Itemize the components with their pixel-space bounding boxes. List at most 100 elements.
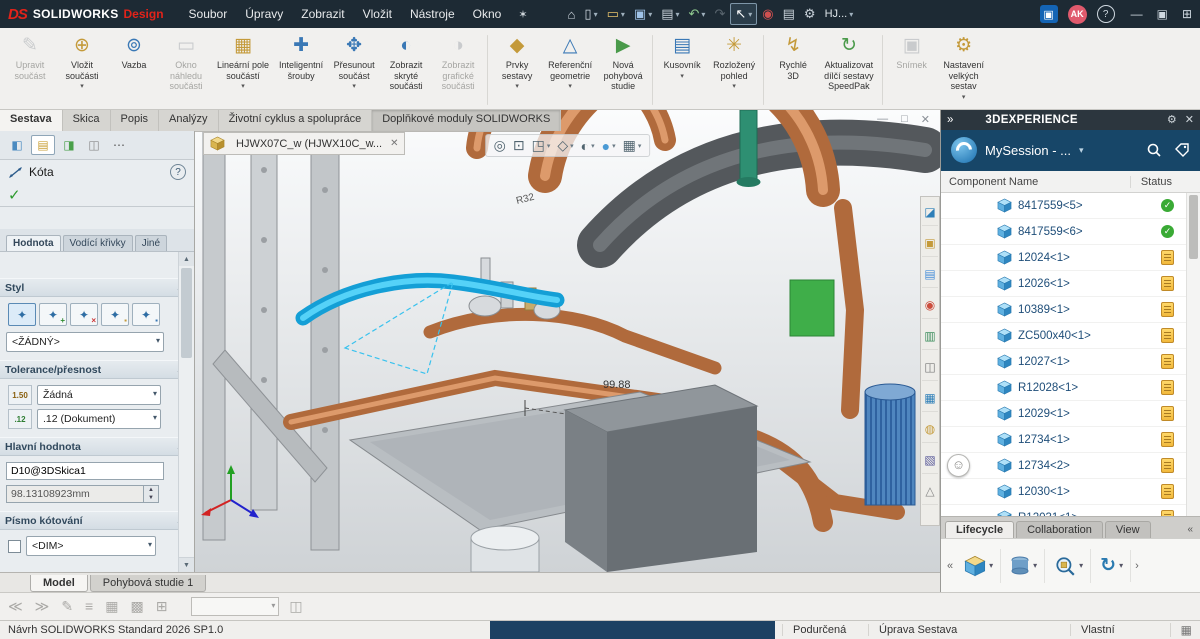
quick-access-button[interactable]: ⌂ (564, 5, 580, 24)
ribbon-button[interactable]: △ Referenční geometrie ▾ (543, 31, 597, 109)
component-row[interactable]: 12026<1> (941, 271, 1200, 297)
menu-item[interactable]: Vložit (354, 3, 401, 25)
quick-access-button[interactable]: ▤ (779, 4, 799, 24)
close-icon[interactable]: ✕ (1185, 113, 1194, 126)
hud-button[interactable]: ▦ ▾ (623, 137, 642, 154)
window-control-icon[interactable]: ▣ (1157, 7, 1168, 21)
ribbon-button[interactable]: ✚ Inteligentní šrouby (274, 31, 328, 109)
ribbon-button[interactable]: ✎ Upravit součást (4, 31, 56, 109)
ribbon-button[interactable]: ⚙ Nastavení velkých sestav ▾ (938, 31, 990, 109)
section-header-dimension-font[interactable]: Písmo kótování ∧ (0, 511, 188, 530)
ribbon-button[interactable]: ↻ Aktualizovat dílčí sestavy SpeedPak (819, 31, 879, 109)
collapse-panel-icon[interactable]: » (947, 114, 953, 126)
components-action-button[interactable]: ▾ (957, 549, 1001, 583)
spin-down-icon[interactable]: ▼ (144, 494, 158, 502)
task-pane-tab-icon[interactable]: ◫ (922, 354, 938, 381)
dimension-value-field[interactable] (6, 485, 144, 503)
dimension-value-spinner[interactable]: ▲▼ (6, 485, 162, 503)
quick-access-button[interactable]: ▯ ▾ (580, 4, 601, 24)
style-dropdown[interactable]: <ŽÁDNÝ> (6, 332, 164, 352)
gear-icon[interactable]: ⚙ (1167, 113, 1177, 126)
doc-window-control[interactable]: ✕ (921, 113, 930, 126)
hud-button[interactable]: ◐ ▾ (581, 138, 595, 154)
tolerance-type-dropdown[interactable]: Žádná (37, 385, 161, 405)
ribbon-button[interactable]: ⊚ Vazba (108, 31, 160, 109)
quick-access-button[interactable]: ↶ ▾ (685, 4, 710, 24)
task-pane-tab-icon[interactable]: ▣ (922, 230, 938, 257)
ribbon-button[interactable]: ▤ Kusovník ▾ (656, 31, 708, 109)
ribbon-button[interactable]: ✳ Rozložený pohled ▾ (708, 31, 760, 109)
command-tab[interactable]: Doplňkové moduly SOLIDWORKS (372, 110, 561, 131)
component-row[interactable]: 8417559<6> ✓ (941, 219, 1200, 245)
quick-access-button[interactable]: ▣ ▾ (630, 4, 656, 24)
component-row[interactable]: 8417559<5> ✓ (941, 193, 1200, 219)
model-tab[interactable]: Model (30, 575, 88, 592)
component-row[interactable]: ☺ 12734<2> (941, 453, 1200, 479)
scrollbar-thumb[interactable] (181, 268, 192, 358)
dimension-style-button[interactable]: ✦ × (70, 303, 98, 326)
component-row[interactable]: 12027<1> (941, 349, 1200, 375)
toolbar-scroll-right-icon[interactable]: › (1133, 560, 1141, 572)
panel-tab[interactable]: Collaboration (1016, 521, 1103, 538)
column-component-name[interactable]: Component Name (949, 176, 1038, 188)
pm-scrollbar[interactable]: ▲ ▼ (178, 252, 194, 572)
ok-check-button[interactable]: ✓ (8, 186, 21, 204)
precision-dropdown[interactable]: .12 (Dokument) (37, 409, 161, 429)
command-tab[interactable]: Životní cyklus a spolupráce (219, 110, 373, 131)
motion-tool-icon[interactable]: ⊞ (156, 598, 168, 615)
motion-tool-icon[interactable]: ▩ (130, 598, 143, 615)
toolbar-scroll-left-icon[interactable]: « (945, 560, 955, 572)
command-tab[interactable]: Sestava (0, 110, 63, 131)
model-tab[interactable]: Pohybová studie 1 (90, 575, 207, 592)
task-pane-tab-icon[interactable]: ◪ (922, 199, 938, 226)
component-row[interactable]: 10389<1> (941, 297, 1200, 323)
scroll-down-icon[interactable]: ▼ (179, 557, 194, 572)
3dexperience-apps-icon[interactable]: ▣ (1040, 5, 1058, 23)
motion-tool-icon[interactable]: ✎ (61, 598, 73, 615)
task-pane-tab-icon[interactable]: ▧ (922, 447, 938, 474)
ribbon-button[interactable]: ⊕ Vložit součásti ▾ (56, 31, 108, 109)
dimension-name-field[interactable] (6, 462, 164, 480)
motion-tool-icon[interactable]: ≫ (35, 598, 50, 615)
task-pane-tab-icon[interactable]: △ (922, 478, 938, 505)
task-pane-tab-icon[interactable]: ◍ (922, 416, 938, 443)
chevron-down-icon[interactable]: ▾ (1079, 145, 1084, 156)
document-font-checkbox[interactable] (8, 540, 21, 553)
motion-filter-icon[interactable]: ◫ (289, 598, 302, 615)
manager-tab-icon[interactable]: ◨ (58, 136, 80, 154)
motion-tool-icon[interactable]: ▦ (105, 598, 118, 615)
dimension-value[interactable]: 99.88 (603, 379, 631, 391)
command-tab[interactable]: Popis (111, 110, 160, 131)
component-row[interactable]: 12030<1> (941, 479, 1200, 505)
3d-model-view[interactable]: 99.88 R32 (195, 110, 940, 572)
favorites-icon[interactable]: ✶ (518, 8, 527, 21)
motion-tool-icon[interactable]: ≡ (85, 598, 93, 615)
ribbon-button[interactable]: ▣ Snímek (886, 31, 938, 109)
task-pane-tab-icon[interactable]: ▤ (922, 261, 938, 288)
pm-tab[interactable]: Jiné (135, 235, 167, 251)
status-grid-icon[interactable]: ▦ (1170, 623, 1192, 637)
hud-button[interactable]: ◎ (494, 137, 506, 154)
search-icon[interactable] (1146, 142, 1162, 158)
component-row[interactable]: R12031<1> (941, 505, 1200, 516)
section-header-primary-value[interactable]: Hlavní hodnota ∧ (0, 437, 188, 456)
window-control-icon[interactable]: — (1131, 7, 1143, 21)
component-row[interactable]: ZC500x40<1> (941, 323, 1200, 349)
command-tab[interactable]: Skica (63, 110, 111, 131)
menu-item[interactable]: Zobrazit (292, 3, 353, 25)
doc-window-control[interactable]: □ (901, 113, 908, 126)
menu-item[interactable]: Okno (464, 3, 511, 25)
dimension-style-button[interactable]: ✦ ▪ (132, 303, 160, 326)
component-row[interactable]: R12028<1> (941, 375, 1200, 401)
column-status[interactable]: Status (1130, 176, 1172, 188)
dimension-style-button[interactable]: ✦ ▪ (101, 303, 129, 326)
task-pane-tab-icon[interactable]: ▥ (922, 323, 938, 350)
quick-access-button[interactable]: ▭ ▾ (603, 4, 629, 24)
help-icon[interactable]: ? (1097, 5, 1115, 23)
pm-tab[interactable]: Vodící křivky (63, 235, 133, 251)
database-action-button[interactable]: ▾ (1003, 549, 1045, 583)
quick-access-button[interactable]: ◉ (758, 4, 777, 24)
scroll-up-icon[interactable]: ▲ (179, 252, 194, 266)
manager-tab-icon[interactable]: ▤ (31, 135, 55, 155)
quick-access-button[interactable]: ↷ (710, 4, 729, 24)
